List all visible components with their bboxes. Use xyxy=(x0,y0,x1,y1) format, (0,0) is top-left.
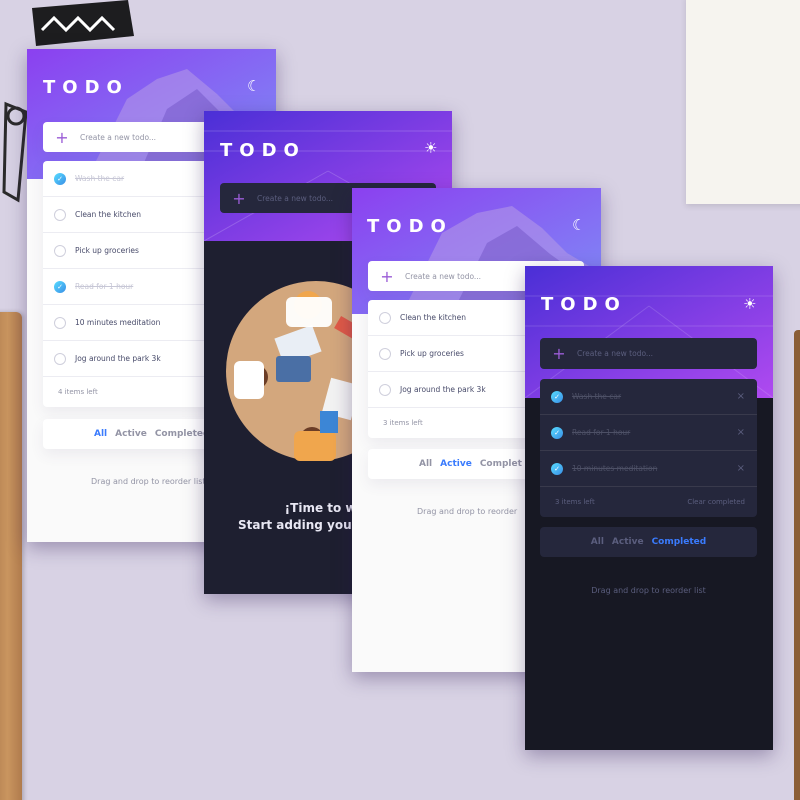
filter-all[interactable]: All xyxy=(94,429,107,439)
items-left-count: 3 items left xyxy=(555,498,595,506)
close-icon[interactable]: × xyxy=(737,427,745,438)
plus-icon: + xyxy=(552,344,566,363)
plus-icon: + xyxy=(380,266,394,286)
checkbox[interactable] xyxy=(379,311,391,324)
todo-text: Read for 1 hour xyxy=(75,282,134,291)
todo-text: Pick up groceries xyxy=(75,246,139,255)
close-icon[interactable]: × xyxy=(737,463,745,474)
plus-icon: + xyxy=(232,188,246,208)
list-footer: 3 items left Clear completed xyxy=(540,487,757,517)
check-icon[interactable]: ✓ xyxy=(551,426,563,439)
app-logo: TODO xyxy=(367,216,453,237)
drag-hint: Drag and drop to reorder list xyxy=(91,477,206,486)
drag-hint: Drag and drop to reorder xyxy=(417,507,518,516)
moon-icon[interactable]: ☾ xyxy=(572,218,585,233)
filter-all[interactable]: All xyxy=(591,537,604,547)
items-left-count: 4 items left xyxy=(58,388,98,396)
clipboard-edge-right xyxy=(794,330,800,800)
check-icon[interactable]: ✓ xyxy=(54,172,66,185)
filter-completed[interactable]: Completed xyxy=(155,429,210,439)
empty-line-2: Start adding your t xyxy=(238,518,368,532)
app-logo: TODO xyxy=(220,140,306,161)
todo-text: 10 minutes meditation xyxy=(75,318,161,327)
todo-text: Clean the kitchen xyxy=(400,313,466,322)
empty-line-1: ¡Time to wo xyxy=(284,501,365,515)
plus-icon: + xyxy=(55,127,69,147)
todo-text: Read for 1 hour xyxy=(572,428,631,437)
drag-hint: Drag and drop to reorder list xyxy=(591,586,706,595)
filter-active[interactable]: Active xyxy=(115,429,147,439)
app-logo: TODO xyxy=(541,294,627,315)
todo-text: Jog around the park 3k xyxy=(75,354,161,363)
moon-icon[interactable]: ☾ xyxy=(247,79,260,94)
screen-dark-completed: TODO ☀ + ✓ Wash the car × ✓ Read for 1 hour ×… xyxy=(525,266,773,750)
filter-completed[interactable]: Completed xyxy=(652,537,707,547)
new-todo-input[interactable] xyxy=(403,270,527,282)
empty-message: ¡Time to wo Start adding your t xyxy=(238,500,367,534)
clipboard-edge xyxy=(0,312,22,800)
filter-completed[interactable]: Complet xyxy=(480,459,522,469)
new-todo-input[interactable] xyxy=(575,348,699,359)
check-icon[interactable]: ✓ xyxy=(551,390,563,403)
filter-active[interactable]: Active xyxy=(612,537,644,547)
todo-text: Wash the car xyxy=(75,174,125,183)
check-icon[interactable]: ✓ xyxy=(54,280,66,293)
checkbox[interactable] xyxy=(54,352,66,365)
todo-item[interactable]: ✓ Wash the car × xyxy=(540,379,757,415)
sun-icon[interactable]: ☀ xyxy=(424,141,437,156)
new-todo-field[interactable]: + xyxy=(540,338,757,369)
items-left-count: 3 items left xyxy=(383,419,423,427)
app-logo: TODO xyxy=(43,77,129,98)
filter-bar: All Active Completed xyxy=(540,527,757,557)
checkbox[interactable] xyxy=(379,347,391,360)
todo-text: Jog around the park 3k xyxy=(400,385,486,394)
paper-sheet xyxy=(686,0,800,204)
todo-item[interactable]: ✓ 10 minutes meditation × xyxy=(540,451,757,487)
clear-completed-button[interactable]: Clear completed xyxy=(687,498,745,506)
sun-icon[interactable]: ☀ xyxy=(743,297,756,312)
filter-active[interactable]: Active xyxy=(440,459,472,469)
todo-text: 10 minutes meditation xyxy=(572,464,658,473)
todo-item[interactable]: ✓ Read for 1 hour × xyxy=(540,415,757,451)
todo-text: Clean the kitchen xyxy=(75,210,141,219)
check-icon[interactable]: ✓ xyxy=(551,462,563,475)
close-icon[interactable]: × xyxy=(737,391,745,402)
checkbox[interactable] xyxy=(379,383,391,396)
checkbox[interactable] xyxy=(54,244,66,257)
new-todo-input[interactable] xyxy=(78,131,202,143)
todo-text: Wash the car xyxy=(572,392,622,401)
todo-text: Pick up groceries xyxy=(400,349,464,358)
filter-all[interactable]: All xyxy=(419,459,432,469)
checkbox[interactable] xyxy=(54,208,66,221)
checkbox[interactable] xyxy=(54,316,66,329)
todo-list: ✓ Wash the car × ✓ Read for 1 hour × ✓ 10 minut… xyxy=(540,379,757,517)
